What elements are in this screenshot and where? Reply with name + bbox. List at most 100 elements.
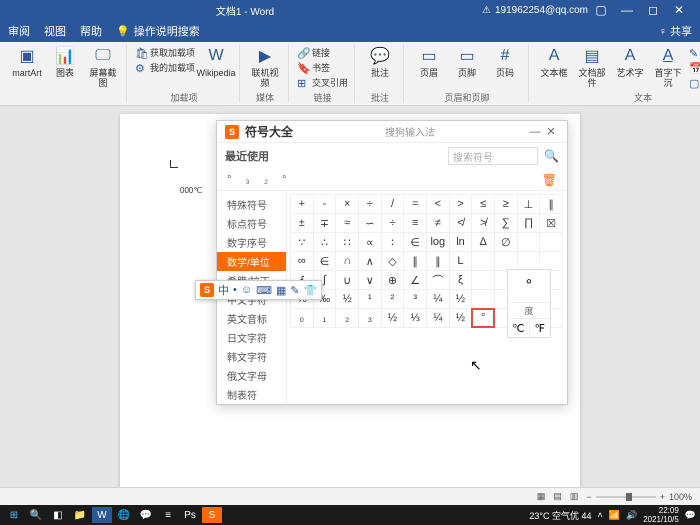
symbol-cell[interactable]: ₁: [313, 308, 337, 328]
system-tray[interactable]: 23°C 空气优 44 ˄ 📶 🔊 22:092021/10/5 💬: [529, 506, 696, 524]
footer-button[interactable]: ▭页脚: [450, 44, 484, 78]
weather[interactable]: 23°C 空气优 44: [529, 509, 591, 522]
maximize-button[interactable]: ◻: [640, 3, 666, 17]
tab-help[interactable]: 帮助: [80, 23, 102, 39]
ime-punct[interactable]: •: [233, 284, 237, 296]
edge-icon[interactable]: 🌐: [114, 507, 134, 523]
clock[interactable]: 22:092021/10/5: [643, 506, 679, 524]
screenshot-button[interactable]: 🖵屏幕截图: [86, 44, 120, 88]
minimize-button[interactable]: —: [614, 3, 640, 17]
zoom-in[interactable]: +: [660, 492, 665, 502]
symbol-cell[interactable]: ∝: [358, 232, 382, 252]
network-icon[interactable]: 📶: [609, 510, 620, 521]
link-button[interactable]: 🔗链接: [297, 46, 348, 59]
symbol-cell[interactable]: ⌒: [426, 270, 450, 290]
ime-lang[interactable]: 中: [218, 282, 229, 298]
symbol-cell[interactable]: [494, 251, 518, 271]
symbol-cell[interactable]: [539, 251, 563, 271]
symbol-cell[interactable]: log: [426, 232, 450, 252]
dialog-minimize[interactable]: —: [527, 126, 543, 138]
tab-view[interactable]: 视图: [44, 23, 66, 39]
volume-icon[interactable]: 🔊: [626, 510, 637, 521]
bookmark-button[interactable]: 🔖书签: [297, 61, 348, 74]
sogou-icon[interactable]: S: [200, 283, 214, 297]
symbol-cell[interactable]: ≥: [494, 194, 518, 214]
symbol-cell[interactable]: °: [471, 308, 495, 328]
symbol-cell[interactable]: ∥: [403, 251, 427, 271]
close-button[interactable]: ✕: [666, 3, 692, 17]
sogou-task-icon[interactable]: S: [202, 507, 222, 523]
ime-skin-icon[interactable]: 👕: [304, 284, 318, 297]
symbol-cell[interactable]: ¼: [426, 308, 450, 328]
view-mode[interactable]: ▤: [553, 491, 562, 502]
ribbon-toggle-icon[interactable]: ▢: [588, 3, 614, 17]
symbol-cell[interactable]: -: [313, 194, 337, 214]
symbol-cell[interactable]: [471, 270, 495, 290]
get-addins-button[interactable]: 🛍获取加载项: [135, 46, 195, 59]
symbol-cell[interactable]: ∵: [290, 232, 314, 252]
symbol-cell[interactable]: ±: [290, 213, 314, 233]
symbol-cell[interactable]: ∴: [313, 232, 337, 252]
category-item[interactable]: 数字序号: [217, 233, 286, 252]
header-button[interactable]: ▭页眉: [412, 44, 446, 78]
symbol-cell[interactable]: +: [290, 194, 314, 214]
symbol-cell[interactable]: [539, 232, 563, 252]
symbol-cell[interactable]: [471, 251, 495, 271]
recent-sym[interactable]: °: [227, 174, 231, 186]
symbol-cell[interactable]: ∠: [403, 270, 427, 290]
category-item[interactable]: 标点符号: [217, 214, 286, 233]
zoom-slider[interactable]: [596, 496, 656, 498]
ime-grid-icon[interactable]: ▦: [276, 284, 286, 297]
symbol-cell[interactable]: ∪: [335, 270, 359, 290]
symbol-cell[interactable]: [517, 251, 541, 271]
delete-icon[interactable]: 🗑: [542, 173, 557, 187]
symbol-cell[interactable]: <: [426, 194, 450, 214]
symbol-cell[interactable]: ×: [335, 194, 359, 214]
symbol-cell[interactable]: ⅓: [403, 308, 427, 328]
symbol-cell[interactable]: >: [449, 194, 473, 214]
symbol-cell[interactable]: ∧: [358, 251, 382, 271]
symbol-cell[interactable]: ³: [403, 289, 427, 309]
category-item[interactable]: 俄文字母: [217, 366, 286, 385]
ime-keyboard-icon[interactable]: ⌨: [256, 284, 272, 297]
symbol-cell[interactable]: ∶: [381, 232, 405, 252]
symbol-cell[interactable]: ½: [449, 289, 473, 309]
symbol-cell[interactable]: ₀: [290, 308, 314, 328]
vscode-icon[interactable]: ≡: [158, 507, 178, 523]
notification-icon[interactable]: 💬: [685, 510, 696, 521]
symbol-cell[interactable]: /: [381, 194, 405, 214]
search-input[interactable]: 搜索符号: [448, 147, 538, 165]
symbol-cell[interactable]: ÷: [358, 194, 382, 214]
quickparts-button[interactable]: ▤文档部件: [575, 44, 609, 88]
symbol-cell[interactable]: ⊕: [381, 270, 405, 290]
zoom-out[interactable]: −: [586, 492, 591, 502]
symbol-cell[interactable]: ≯: [471, 213, 495, 233]
recent-sym[interactable]: °: [282, 174, 286, 186]
category-item[interactable]: 日文字符: [217, 328, 286, 347]
symbol-cell[interactable]: ½: [381, 308, 405, 328]
symbol-cell[interactable]: ≠: [426, 213, 450, 233]
symbol-cell[interactable]: ¹: [358, 289, 382, 309]
object-button[interactable]: ▢对象: [689, 76, 700, 89]
symbol-cell[interactable]: ∏: [517, 213, 541, 233]
symbol-cell[interactable]: ☒: [539, 213, 563, 233]
symbol-cell[interactable]: ₂: [335, 308, 359, 328]
symbol-cell[interactable]: ∩: [335, 251, 359, 271]
ime-toolbar[interactable]: S 中 • ☺ ⌨ ▦ ✎ 👕: [195, 280, 322, 300]
zoom-level[interactable]: 100%: [669, 492, 692, 502]
symbol-cell[interactable]: ÷: [381, 213, 405, 233]
symbol-cell[interactable]: ∷: [335, 232, 359, 252]
symbol-cell[interactable]: ∈: [313, 251, 337, 271]
tell-me[interactable]: 💡操作说明搜索: [116, 23, 200, 39]
view-mode[interactable]: ▥: [570, 491, 579, 502]
symbol-cell[interactable]: ½: [449, 308, 473, 328]
symbol-cell[interactable]: [471, 289, 495, 309]
preview-fahrenheit[interactable]: ℉: [530, 319, 551, 337]
recent-sym[interactable]: ₃: [245, 174, 249, 186]
symbol-cell[interactable]: ∑: [494, 213, 518, 233]
tab-review[interactable]: 审阅: [8, 23, 30, 39]
symbol-cell[interactable]: =: [403, 194, 427, 214]
symbol-cell[interactable]: [517, 232, 541, 252]
wikipedia-button[interactable]: WWikipedia: [199, 44, 233, 78]
symbol-cell[interactable]: ∽: [358, 213, 382, 233]
